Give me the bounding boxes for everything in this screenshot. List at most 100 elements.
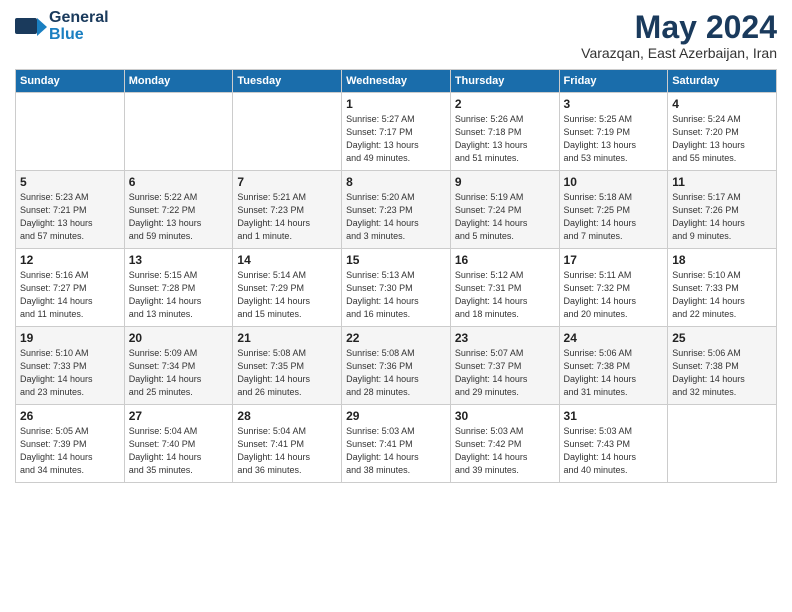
day-info: Sunrise: 5:13 AM Sunset: 7:30 PM Dayligh… (346, 269, 446, 321)
day-info: Sunrise: 5:12 AM Sunset: 7:31 PM Dayligh… (455, 269, 555, 321)
day-number: 28 (237, 409, 337, 423)
day-number: 16 (455, 253, 555, 267)
day-info: Sunrise: 5:17 AM Sunset: 7:26 PM Dayligh… (672, 191, 772, 243)
day-info: Sunrise: 5:24 AM Sunset: 7:20 PM Dayligh… (672, 113, 772, 165)
day-info: Sunrise: 5:06 AM Sunset: 7:38 PM Dayligh… (564, 347, 664, 399)
calendar-cell (124, 93, 233, 171)
location: Varazqan, East Azerbaijan, Iran (581, 45, 777, 61)
day-number: 7 (237, 175, 337, 189)
calendar-cell: 30Sunrise: 5:03 AM Sunset: 7:42 PM Dayli… (450, 405, 559, 483)
calendar-cell: 16 Sunrise: 5:12 AM Sunset: 7:31 PM Dayli… (450, 249, 559, 327)
day-info: Sunrise: 5:09 AM Sunset: 7:34 PM Dayligh… (129, 347, 229, 399)
calendar-cell: 14Sunrise: 5:14 AM Sunset: 7:29 PM Dayli… (233, 249, 342, 327)
calendar-cell: 7Sunrise: 5:21 AM Sunset: 7:23 PM Daylig… (233, 171, 342, 249)
day-info: Sunrise: 5:15 AM Sunset: 7:28 PM Dayligh… (129, 269, 229, 321)
day-number: 8 (346, 175, 446, 189)
calendar-header-row: SundayMondayTuesdayWednesdayThursdayFrid… (16, 70, 777, 93)
day-info: Sunrise: 5:22 AM Sunset: 7:22 PM Dayligh… (129, 191, 229, 243)
calendar-week-row: 26 Sunrise: 5:05 AM Sunset: 7:39 PM Dayli… (16, 405, 777, 483)
day-number: 12 (20, 253, 120, 267)
day-number: 26 (20, 409, 120, 423)
day-info: Sunrise: 5:23 AM Sunset: 7:21 PM Dayligh… (20, 191, 120, 243)
calendar-table: SundayMondayTuesdayWednesdayThursdayFrid… (15, 69, 777, 483)
calendar-cell: 8 Sunrise: 5:20 AM Sunset: 7:23 PM Daylig… (342, 171, 451, 249)
calendar-cell: 26 Sunrise: 5:05 AM Sunset: 7:39 PM Dayli… (16, 405, 125, 483)
day-info: Sunrise: 5:11 AM Sunset: 7:32 PM Dayligh… (564, 269, 664, 321)
calendar-cell: 3 Sunrise: 5:25 AM Sunset: 7:19 PM Daylig… (559, 93, 668, 171)
day-number: 20 (129, 331, 229, 345)
col-header-friday: Friday (559, 70, 668, 93)
calendar-cell: 6 Sunrise: 5:22 AM Sunset: 7:22 PM Daylig… (124, 171, 233, 249)
calendar-cell: 1Sunrise: 5:27 AM Sunset: 7:17 PM Daylig… (342, 93, 451, 171)
calendar-week-row: 12 Sunrise: 5:16 AM Sunset: 7:27 PM Dayli… (16, 249, 777, 327)
calendar-week-row: 5 Sunrise: 5:23 AM Sunset: 7:21 PM Daylig… (16, 171, 777, 249)
day-info: Sunrise: 5:10 AM Sunset: 7:33 PM Dayligh… (20, 347, 120, 399)
calendar-cell: 22 Sunrise: 5:08 AM Sunset: 7:36 PM Dayli… (342, 327, 451, 405)
day-info: Sunrise: 5:16 AM Sunset: 7:27 PM Dayligh… (20, 269, 120, 321)
calendar-cell: 28 Sunrise: 5:04 AM Sunset: 7:41 PM Dayli… (233, 405, 342, 483)
calendar-cell: 2Sunrise: 5:26 AM Sunset: 7:18 PM Daylig… (450, 93, 559, 171)
logo-line1: General (49, 10, 109, 27)
day-number: 1 (346, 97, 446, 111)
col-header-thursday: Thursday (450, 70, 559, 93)
day-number: 13 (129, 253, 229, 267)
calendar-cell: 27 Sunrise: 5:04 AM Sunset: 7:40 PM Dayli… (124, 405, 233, 483)
day-info: Sunrise: 5:08 AM Sunset: 7:36 PM Dayligh… (346, 347, 446, 399)
calendar-week-row: 19 Sunrise: 5:10 AM Sunset: 7:33 PM Dayli… (16, 327, 777, 405)
day-number: 22 (346, 331, 446, 345)
day-number: 10 (564, 175, 664, 189)
day-number: 11 (672, 175, 772, 189)
col-header-sunday: Sunday (16, 70, 125, 93)
day-info: Sunrise: 5:07 AM Sunset: 7:37 PM Dayligh… (455, 347, 555, 399)
day-info: Sunrise: 5:19 AM Sunset: 7:24 PM Dayligh… (455, 191, 555, 243)
calendar-cell: 25Sunrise: 5:06 AM Sunset: 7:38 PM Dayli… (668, 327, 777, 405)
title-block: May 2024 Varazqan, East Azerbaijan, Iran (581, 10, 777, 61)
day-info: Sunrise: 5:05 AM Sunset: 7:39 PM Dayligh… (20, 425, 120, 477)
day-info: Sunrise: 5:04 AM Sunset: 7:40 PM Dayligh… (129, 425, 229, 477)
calendar-cell: 18Sunrise: 5:10 AM Sunset: 7:33 PM Dayli… (668, 249, 777, 327)
calendar-cell: 20 Sunrise: 5:09 AM Sunset: 7:34 PM Dayli… (124, 327, 233, 405)
calendar-cell (233, 93, 342, 171)
day-info: Sunrise: 5:04 AM Sunset: 7:41 PM Dayligh… (237, 425, 337, 477)
calendar-cell: 11 Sunrise: 5:17 AM Sunset: 7:26 PM Dayli… (668, 171, 777, 249)
calendar-cell: 29Sunrise: 5:03 AM Sunset: 7:41 PM Dayli… (342, 405, 451, 483)
calendar-cell: 5 Sunrise: 5:23 AM Sunset: 7:21 PM Daylig… (16, 171, 125, 249)
calendar-cell: 10 Sunrise: 5:18 AM Sunset: 7:25 PM Dayli… (559, 171, 668, 249)
day-number: 5 (20, 175, 120, 189)
calendar-week-row: 1Sunrise: 5:27 AM Sunset: 7:17 PM Daylig… (16, 93, 777, 171)
calendar-cell: 4Sunrise: 5:24 AM Sunset: 7:20 PM Daylig… (668, 93, 777, 171)
calendar-cell: 23 Sunrise: 5:07 AM Sunset: 7:37 PM Dayli… (450, 327, 559, 405)
page: General Blue May 2024 Varazqan, East Aze… (0, 0, 792, 493)
day-number: 2 (455, 97, 555, 111)
day-info: Sunrise: 5:25 AM Sunset: 7:19 PM Dayligh… (564, 113, 664, 165)
day-info: Sunrise: 5:03 AM Sunset: 7:43 PM Dayligh… (564, 425, 664, 477)
calendar-cell: 24 Sunrise: 5:06 AM Sunset: 7:38 PM Dayli… (559, 327, 668, 405)
month-title: May 2024 (581, 10, 777, 45)
col-header-wednesday: Wednesday (342, 70, 451, 93)
day-info: Sunrise: 5:03 AM Sunset: 7:41 PM Dayligh… (346, 425, 446, 477)
day-info: Sunrise: 5:20 AM Sunset: 7:23 PM Dayligh… (346, 191, 446, 243)
day-info: Sunrise: 5:18 AM Sunset: 7:25 PM Dayligh… (564, 191, 664, 243)
day-info: Sunrise: 5:03 AM Sunset: 7:42 PM Dayligh… (455, 425, 555, 477)
day-number: 21 (237, 331, 337, 345)
day-number: 24 (564, 331, 664, 345)
day-number: 6 (129, 175, 229, 189)
col-header-tuesday: Tuesday (233, 70, 342, 93)
calendar-cell: 19 Sunrise: 5:10 AM Sunset: 7:33 PM Dayli… (16, 327, 125, 405)
calendar-cell: 31 Sunrise: 5:03 AM Sunset: 7:43 PM Dayli… (559, 405, 668, 483)
logo-line2: Blue (49, 27, 109, 44)
day-number: 27 (129, 409, 229, 423)
day-number: 9 (455, 175, 555, 189)
day-info: Sunrise: 5:06 AM Sunset: 7:38 PM Dayligh… (672, 347, 772, 399)
logo: General Blue (15, 10, 109, 44)
day-number: 14 (237, 253, 337, 267)
col-header-monday: Monday (124, 70, 233, 93)
day-number: 3 (564, 97, 664, 111)
logo-icon (15, 16, 47, 38)
calendar-cell (16, 93, 125, 171)
day-info: Sunrise: 5:10 AM Sunset: 7:33 PM Dayligh… (672, 269, 772, 321)
day-number: 23 (455, 331, 555, 345)
day-number: 31 (564, 409, 664, 423)
day-number: 15 (346, 253, 446, 267)
day-number: 19 (20, 331, 120, 345)
